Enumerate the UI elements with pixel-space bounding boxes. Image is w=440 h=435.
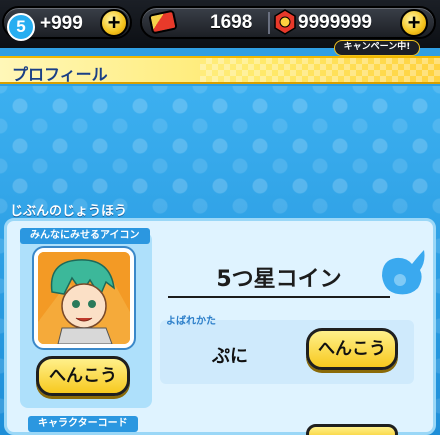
banner-decoration [200, 58, 440, 82]
level-badge: 5 [7, 13, 35, 41]
coin-name: 5つ星コイン [168, 262, 390, 298]
icon-tab-label: みんなにみせるアイコン [20, 228, 150, 244]
section-label: じぶんのじょうほう [10, 204, 128, 219]
nickname-change-button[interactable]: へんこう [306, 328, 398, 370]
nickname-value: ぷに [212, 346, 248, 367]
page-title-banner: プロフィール [0, 56, 440, 84]
stamina-counter: 5 +999 + [2, 6, 132, 41]
stamina-value: +999 [40, 13, 83, 34]
avatar-character-icon [38, 252, 130, 344]
coin-icon [382, 250, 425, 295]
add-stamina-button[interactable]: + [100, 9, 128, 37]
gem-icon [274, 9, 296, 35]
campaign-tag[interactable]: キャンペーン中! [334, 40, 420, 56]
character-code-button[interactable] [306, 424, 398, 435]
gem-value: 9999999 [298, 12, 372, 33]
divider [268, 12, 270, 34]
icon-change-button[interactable]: へんこう [36, 356, 130, 396]
add-gems-button[interactable]: + [400, 9, 428, 37]
avatar[interactable] [34, 248, 134, 348]
ticket-value: 1698 [210, 12, 253, 33]
character-code-label: キャラクターコード [28, 416, 138, 432]
page-title: プロフィール [12, 65, 108, 84]
nickname-label: よばれかた [166, 316, 216, 327]
